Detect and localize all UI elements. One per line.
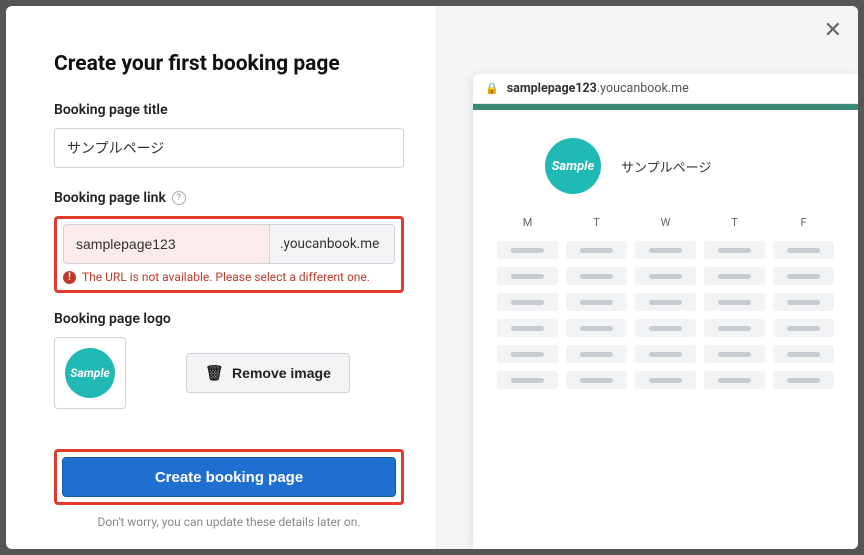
time-slot — [704, 345, 765, 363]
logo-row: Sample 🗑 Remove image — [54, 337, 404, 409]
address-subdomain: samplepage123 — [507, 81, 597, 96]
time-slot — [566, 319, 627, 337]
day-label: T — [566, 216, 627, 229]
error-message: ! The URL is not available. Please selec… — [63, 270, 395, 284]
page-heading: Create your first booking page — [54, 52, 404, 76]
link-highlight: .youcanbook.me ! The URL is not availabl… — [54, 216, 404, 293]
lock-icon: 🔒 — [485, 82, 499, 95]
calendar-grid — [497, 241, 834, 389]
title-label: Booking page title — [54, 102, 404, 118]
logo-label: Booking page logo — [54, 311, 404, 327]
day-label: T — [704, 216, 765, 229]
link-label-text: Booking page link — [54, 190, 166, 206]
time-slot — [497, 293, 558, 311]
time-slot — [566, 241, 627, 259]
preview-window: 🔒 samplepage123.youcanbook.me Sample サンプ… — [473, 74, 858, 549]
time-slot — [773, 241, 834, 259]
time-slot — [635, 319, 696, 337]
time-slot — [704, 293, 765, 311]
preview-pane: 🔒 samplepage123.youcanbook.me Sample サンプ… — [436, 6, 858, 549]
day-label: W — [635, 216, 696, 229]
time-slot — [635, 241, 696, 259]
trash-icon: 🗑 — [205, 364, 224, 382]
address-domain: .youcanbook.me — [597, 81, 689, 96]
logo-thumbnail[interactable]: Sample — [54, 337, 126, 409]
time-slot — [497, 371, 558, 389]
time-slot — [704, 267, 765, 285]
time-slot — [704, 319, 765, 337]
time-slot — [773, 267, 834, 285]
error-icon: ! — [63, 271, 76, 284]
time-slot — [773, 371, 834, 389]
time-slot — [704, 241, 765, 259]
time-slot — [566, 345, 627, 363]
day-label: F — [773, 216, 834, 229]
time-slot — [635, 345, 696, 363]
time-slot — [566, 293, 627, 311]
link-field-group: .youcanbook.me — [63, 224, 395, 264]
remove-image-button[interactable]: 🗑 Remove image — [186, 353, 350, 393]
cta-highlight: Create booking page — [54, 449, 404, 505]
remove-image-label: Remove image — [232, 365, 331, 381]
address-bar: 🔒 samplepage123.youcanbook.me — [473, 74, 858, 104]
time-slot — [773, 345, 834, 363]
subnote: Don't worry, you can update these detail… — [54, 515, 404, 529]
link-label: Booking page link ? — [54, 190, 404, 206]
time-slot — [635, 371, 696, 389]
preview-page-title: サンプルページ — [621, 157, 711, 176]
time-slot — [497, 345, 558, 363]
time-slot — [497, 241, 558, 259]
error-text: The URL is not available. Please select … — [82, 270, 370, 284]
time-slot — [773, 293, 834, 311]
sample-logo: Sample — [65, 348, 115, 398]
time-slot — [704, 371, 765, 389]
calendar-header: M T W T F — [497, 216, 834, 229]
close-icon[interactable]: ✕ — [824, 20, 842, 42]
title-input[interactable] — [54, 128, 404, 168]
time-slot — [497, 267, 558, 285]
modal-container: ✕ Create your first booking page Booking… — [6, 6, 858, 549]
time-slot — [635, 293, 696, 311]
help-icon[interactable]: ? — [172, 191, 186, 205]
form-pane: Create your first booking page Booking p… — [6, 6, 436, 549]
create-booking-page-button[interactable]: Create booking page — [62, 457, 396, 497]
day-label: M — [497, 216, 558, 229]
calendar-preview: M T W T F — [473, 216, 858, 389]
time-slot — [497, 319, 558, 337]
time-slot — [566, 267, 627, 285]
domain-suffix: .youcanbook.me — [270, 225, 394, 263]
preview-header: Sample サンプルページ — [473, 110, 858, 216]
time-slot — [773, 319, 834, 337]
subdomain-input[interactable] — [64, 225, 270, 263]
time-slot — [635, 267, 696, 285]
time-slot — [566, 371, 627, 389]
preview-logo: Sample — [545, 138, 601, 194]
